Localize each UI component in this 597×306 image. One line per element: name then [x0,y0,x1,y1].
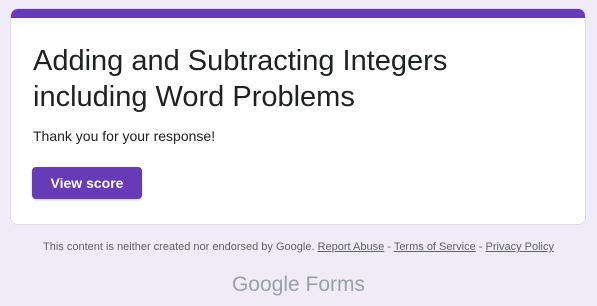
confirmation-message: Thank you for your response! [33,128,216,144]
logo-google-text: Google [231,273,300,296]
footer-separator: - [475,241,486,253]
footer: This content is neither created nor endo… [0,240,597,254]
footer-disclaimer: This content is neither created nor endo… [43,241,315,253]
card-accent-bar [11,9,585,18]
footer-separator: - [384,241,394,253]
privacy-policy-link[interactable]: Privacy Policy [486,241,554,253]
view-score-button[interactable]: View score [32,167,142,199]
logo-forms-text: Forms [305,273,366,296]
form-response-card: Adding and Subtracting Integers includin… [10,8,586,225]
report-abuse-link[interactable]: Report Abuse [318,241,385,253]
google-forms-logo[interactable]: Google Forms [0,272,597,298]
form-title: Adding and Subtracting Integers includin… [33,45,448,113]
terms-of-service-link[interactable]: Terms of Service [394,241,476,253]
